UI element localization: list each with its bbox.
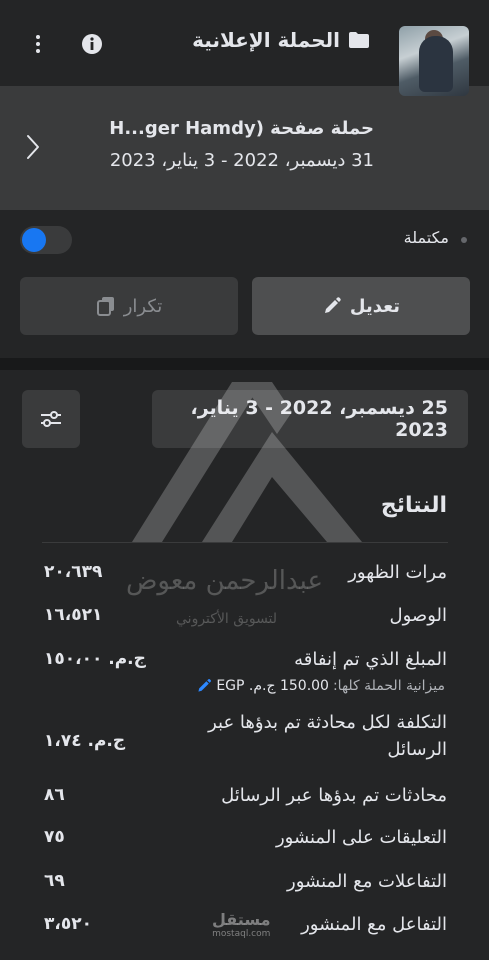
metric-label-impressions: مرات الظهور (348, 562, 447, 583)
metric-label-reach: الوصول (389, 605, 447, 626)
toggle-knob (22, 228, 46, 252)
mostaql-watermark: مستقل mostaql.com (212, 910, 271, 939)
pencil-icon (324, 297, 341, 313)
metric-value-amount-spent: ج.م. ١٥٠،٠٠ (44, 649, 146, 669)
more-options-button[interactable] (26, 30, 50, 58)
metric-value-messaging-conversations: ٨٦ (44, 785, 65, 805)
header-title-group: الحملة الإعلانية (120, 28, 370, 52)
duplicate-button[interactable]: تكرار (20, 277, 238, 335)
watermark-name: عبدالرحمن معوض (126, 566, 323, 596)
results-divider (42, 542, 448, 543)
folder-icon (349, 32, 369, 48)
filter-button[interactable] (22, 390, 80, 448)
status-label: مكتملة (403, 228, 449, 247)
date-range-label: 25 ديسمبر، 2022 - 3 يناير، 2023 (190, 397, 449, 441)
status-dot (461, 237, 467, 243)
budget-label: ميزانية الحملة كلها: (332, 678, 445, 694)
metric-label-cost-per-conversation-line2: الرسائل (387, 739, 447, 760)
mostaql-url: mostaql.com (212, 929, 271, 939)
info-icon (82, 34, 102, 54)
info-button[interactable] (80, 32, 104, 56)
watermark-subtitle: لتسويق الأكتروني (176, 611, 278, 627)
edit-button-label: تعديل (349, 295, 401, 317)
campaign-budget[interactable]: ميزانية الحملة كلها: 150.00 ج.م. EGP (196, 678, 445, 694)
metric-value-reach: ١٦،٥٢١ (44, 605, 103, 625)
page-title: الحملة الإعلانية (192, 28, 340, 52)
metric-label-post-comments: التعليقات على المنشور (275, 827, 447, 848)
metric-value-impressions: ٢٠،٦٣٩ (44, 562, 103, 582)
campaign-dates: 31 ديسمبر، 2022 - 3 يناير، 2023 (109, 150, 374, 171)
section-separator (0, 358, 489, 370)
edit-button[interactable]: تعديل (252, 277, 470, 335)
date-range-selector[interactable]: 25 ديسمبر، 2022 - 3 يناير، 2023 (152, 390, 468, 448)
metric-value-cost-per-conversation: ج.م. ١،٧٤ (44, 731, 126, 751)
chevron-right-icon[interactable] (26, 134, 40, 160)
metric-label-post-reactions: التفاعلات مع المنشور (287, 871, 447, 892)
metric-value-post-comments: ٧٥ (44, 827, 65, 847)
metric-label-cost-per-conversation-line1: التكلفة لكل محادثة تم بدؤها عبر (208, 712, 447, 733)
results-title: النتائج (380, 493, 447, 518)
campaign-thumbnail (399, 26, 469, 96)
metric-label-post-engagement: التفاعل مع المنشور (301, 914, 447, 935)
duplicate-button-label: تكرار (123, 295, 163, 317)
campaign-toggle[interactable] (20, 226, 72, 254)
duplicate-icon (96, 297, 114, 316)
campaign-name: حملة صفحة (H...ger Hamdy (109, 118, 374, 139)
campaign-card[interactable] (0, 86, 489, 210)
sliders-icon (41, 411, 61, 427)
metric-label-amount-spent: المبلغ الذي تم إنفاقه (294, 649, 447, 670)
metric-label-messaging-conversations: محادثات تم بدؤها عبر الرسائل (221, 785, 447, 806)
more-vertical-icon (36, 35, 40, 53)
edit-budget-icon[interactable] (196, 678, 212, 694)
metric-value-post-engagement: ٣،٥٢٠ (44, 914, 92, 934)
metric-value-post-reactions: ٦٩ (44, 871, 65, 891)
mostaql-logo-text: مستقل (212, 910, 271, 929)
budget-value: 150.00 ج.م. EGP (216, 678, 329, 694)
